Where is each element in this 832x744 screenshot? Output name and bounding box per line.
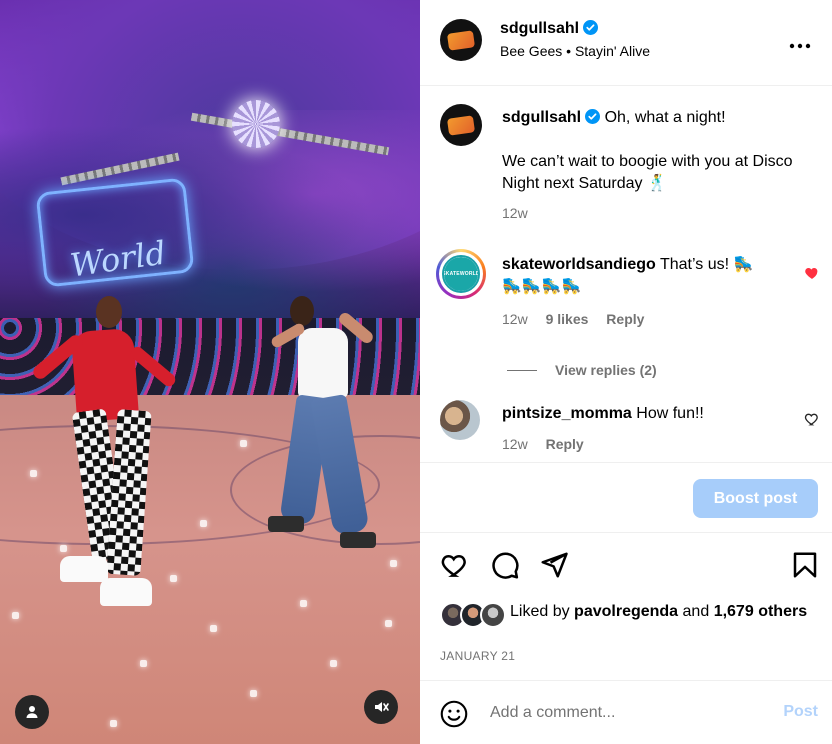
skate <box>268 516 304 532</box>
boost-section: Boost post <box>420 462 832 533</box>
light-spark <box>140 660 147 667</box>
view-replies-label: View replies (2) <box>555 362 657 378</box>
liked-by-user[interactable]: pavolregenda <box>574 603 678 620</box>
skate <box>100 578 152 606</box>
view-replies-button[interactable]: View replies (2) <box>507 362 657 380</box>
comment-likes[interactable]: 9 likes <box>546 311 589 327</box>
light-spark <box>200 520 207 527</box>
light-spark <box>12 612 19 619</box>
caption-body: sdgullsahl Oh, what a night! We can’t wa… <box>502 107 807 195</box>
disco-ball <box>232 100 280 148</box>
avatar-badge-text: SKATEWORLD <box>442 271 480 277</box>
share-icon[interactable] <box>539 550 569 580</box>
light-spark <box>60 545 67 552</box>
replies-divider <box>507 370 537 372</box>
verified-badge-icon <box>583 20 599 35</box>
comment-body: pintsize_momma How fun!! <box>502 403 782 425</box>
bookmark-icon[interactable] <box>790 550 820 580</box>
reply-button[interactable]: Reply <box>606 311 644 327</box>
light-spark <box>210 625 217 632</box>
verified-badge-icon <box>585 109 601 124</box>
light-spark <box>110 720 117 727</box>
author-info: sdgullsahl Bee Gees • Stayin' Alive <box>500 20 650 59</box>
light-spark <box>170 575 177 582</box>
emoji-icon[interactable] <box>440 700 468 728</box>
author-avatar[interactable] <box>440 19 482 61</box>
likes-text: Liked by pavolregenda and 1,679 others <box>510 600 830 624</box>
reply-button[interactable]: Reply <box>546 436 584 452</box>
light-spark <box>30 470 37 477</box>
muted-speaker-icon <box>375 702 389 712</box>
comment-username[interactable]: skateworldsandiego <box>502 256 656 273</box>
action-bar <box>420 540 832 590</box>
comment-input[interactable] <box>490 701 770 725</box>
caption-avatar[interactable] <box>440 104 482 146</box>
comment-username[interactable]: pintsize_momma <box>502 405 632 422</box>
audio-track-link[interactable]: Bee Gees • Stayin' Alive <box>500 43 650 59</box>
comment-age: 12w <box>502 436 528 452</box>
caption-username[interactable]: sdgullsahl <box>502 109 581 126</box>
light-spark <box>240 440 247 447</box>
post-header: sdgullsahl Bee Gees • Stayin' Alive <box>420 0 832 86</box>
liked-heart-icon[interactable] <box>804 265 820 281</box>
comment-text: How fun!! <box>636 405 704 422</box>
light-spark <box>300 600 307 607</box>
caption-age: 12w <box>502 205 528 221</box>
likes-count[interactable]: 1,679 <box>714 603 754 620</box>
post-details-panel: sdgullsahl Bee Gees • Stayin' Alive sdgu… <box>420 0 832 744</box>
skate <box>60 556 108 582</box>
avatar-logo <box>446 114 476 136</box>
likes-and: and <box>682 603 710 620</box>
torso <box>298 328 348 398</box>
post-video[interactable]: World <box>0 0 420 744</box>
avatar-logo <box>446 29 476 51</box>
caption-line-1: Oh, what a night! <box>604 109 726 126</box>
author-username[interactable]: sdgullsahl <box>500 20 579 37</box>
comment-text: That’s us! 🛼 <box>659 256 754 273</box>
head <box>96 296 122 328</box>
comments-list[interactable]: sdgullsahl Oh, what a night! We can’t wa… <box>420 87 832 461</box>
user-icon <box>26 706 38 718</box>
comment-age: 12w <box>502 311 528 327</box>
comment-meta: 12w Reply <box>502 436 584 452</box>
light-spark <box>390 560 397 567</box>
commenter-avatar[interactable]: SKATEWORLD <box>442 255 480 293</box>
head <box>290 296 314 326</box>
light-spark <box>385 620 392 627</box>
caption-line-2: We can’t wait to boogie with you at Disc… <box>502 153 793 192</box>
liker-avatar[interactable] <box>480 602 506 628</box>
comment-body: skateworldsandiego That’s us! 🛼 🛼🛼🛼🛼 <box>502 254 782 298</box>
light-spark <box>330 660 337 667</box>
post-date[interactable]: JANUARY 21 <box>440 649 515 663</box>
avatar-badge: SKATEWORLD <box>444 257 478 291</box>
mute-button[interactable] <box>364 690 398 724</box>
comment-icon[interactable] <box>490 550 520 580</box>
comment-composer: Post <box>420 680 832 744</box>
heart-icon[interactable] <box>440 550 470 580</box>
likes-others[interactable]: others <box>758 603 807 620</box>
boost-post-button[interactable]: Boost post <box>693 479 818 518</box>
liked-by-prefix: Liked by <box>510 603 570 620</box>
more-options-button[interactable] <box>788 30 812 56</box>
post-comment-button[interactable]: Post <box>783 703 818 721</box>
light-spark <box>250 690 257 697</box>
heart-outline-icon[interactable] <box>804 411 820 427</box>
more-horizontal-icon <box>789 43 811 49</box>
tagged-users-button[interactable] <box>15 695 49 729</box>
comment-text-line-2: 🛼🛼🛼🛼 <box>502 278 582 295</box>
skate <box>340 532 376 548</box>
commenter-avatar[interactable] <box>440 400 480 440</box>
comment-meta: 12w 9 likes Reply <box>502 311 644 327</box>
